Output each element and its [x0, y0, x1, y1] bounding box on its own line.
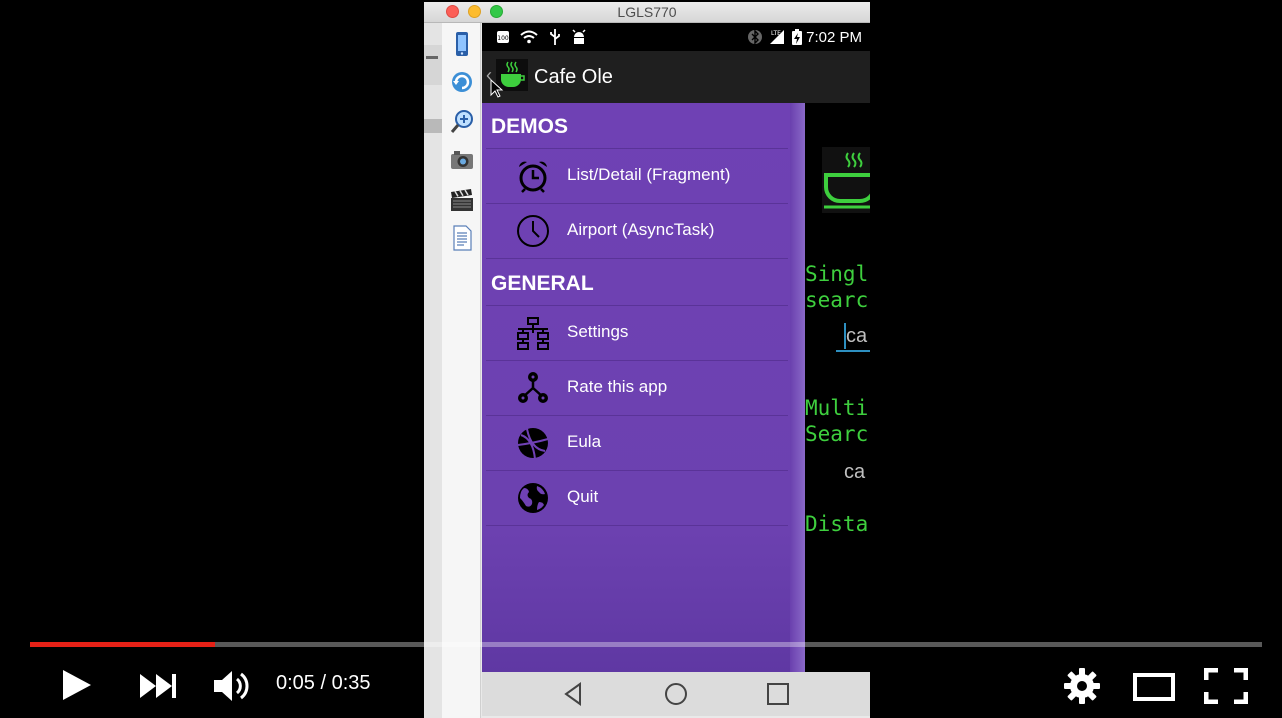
document-icon[interactable] [449, 225, 475, 251]
rotate-icon[interactable] [449, 69, 475, 95]
nav-item-label: Quit [567, 487, 599, 506]
alarm-clock-icon [519, 161, 547, 193]
svg-text:100: 100 [497, 35, 509, 42]
single-search-label: Singl [805, 262, 869, 286]
network-tree-icon [517, 317, 549, 350]
app-title: Cafe Ole [534, 66, 613, 88]
drawer-edge-shadow [790, 103, 805, 672]
distance-label: Dista [805, 512, 869, 536]
phone-screen: 100 LTE 7:02 PM ‹ Cafe Ole Singl searc c… [482, 23, 870, 716]
clock-icon [517, 215, 549, 247]
camera-icon[interactable] [449, 147, 475, 173]
nav-item-rate-app[interactable]: Rate this app [486, 361, 788, 416]
section-header-demos: DEMOS [491, 115, 569, 138]
section-header-general: GENERAL [491, 272, 594, 295]
next-button[interactable] [138, 672, 178, 700]
left-edge-strip [424, 23, 442, 718]
clapperboard-icon[interactable] [449, 187, 475, 213]
action-bar: ‹ Cafe Ole [482, 51, 870, 103]
single-search-label-line2: searc [805, 288, 869, 312]
input-underline [836, 350, 870, 352]
window-titlebar: LGLS770 [424, 2, 870, 23]
lte-signal-icon: LTE [770, 30, 784, 44]
nav-item-eula[interactable]: Eula [486, 416, 788, 471]
share-nodes-icon [518, 372, 548, 403]
nav-item-label: Airport (AsyncTask) [567, 220, 715, 239]
svg-text:LTE: LTE [771, 30, 781, 37]
video-progress-bar[interactable] [30, 642, 1262, 647]
battery-charging-icon [792, 29, 802, 45]
theater-mode-button[interactable] [1133, 672, 1175, 702]
android-navigation-bar [482, 672, 870, 716]
volume-button[interactable] [212, 668, 252, 704]
nav-home-icon[interactable] [662, 680, 690, 708]
settings-gear-icon[interactable] [1063, 667, 1101, 705]
cafe-logo-icon [822, 147, 870, 213]
nav-item-settings[interactable]: Settings [486, 306, 788, 361]
video-time-display: 0:05 / 0:35 [276, 672, 371, 694]
window-title: LGLS770 [617, 4, 677, 20]
nav-recents-icon[interactable] [764, 680, 792, 708]
android-debug-icon [572, 29, 586, 44]
nav-item-quit[interactable]: Quit [486, 471, 788, 526]
mouse-cursor-icon [490, 79, 504, 98]
nav-item-list-detail[interactable]: List/Detail (Fragment) [486, 149, 788, 204]
usb-icon [550, 29, 560, 45]
nav-item-airport[interactable]: Airport (AsyncTask) [486, 204, 788, 259]
wifi-icon [520, 30, 538, 44]
multi-search-label: Multi [805, 396, 869, 420]
globe-icon [518, 483, 548, 513]
strip-panel [424, 45, 442, 85]
play-button[interactable] [58, 667, 94, 703]
strip-panel [424, 119, 442, 133]
nav-item-label: Rate this app [567, 377, 668, 396]
nav-item-label: Eula [567, 432, 602, 451]
nav-back-icon[interactable] [560, 680, 588, 708]
bluetooth-icon [748, 29, 762, 45]
nav-item-label: Settings [567, 322, 629, 341]
single-search-input[interactable]: ca [846, 325, 867, 348]
nav-item-label: List/Detail (Fragment) [567, 165, 731, 184]
status-time: 7:02 PM [806, 29, 862, 46]
status-bar: 100 LTE 7:02 PM [482, 23, 870, 51]
multi-search-value[interactable]: ca [844, 461, 865, 484]
emulator-toolbar [442, 23, 481, 718]
phone-device-icon[interactable] [449, 31, 475, 57]
video-progress-played [30, 642, 215, 647]
notification-100-icon: 100 [497, 31, 509, 43]
strip-mark [426, 56, 438, 59]
fullscreen-button[interactable] [1204, 668, 1248, 704]
multi-search-label-line2: Searc [805, 422, 869, 446]
basketball-icon [517, 428, 549, 460]
zoom-in-icon[interactable] [449, 109, 475, 135]
navigation-drawer: DEMOS List/Detail (Fragment) Airport (As… [482, 103, 805, 672]
